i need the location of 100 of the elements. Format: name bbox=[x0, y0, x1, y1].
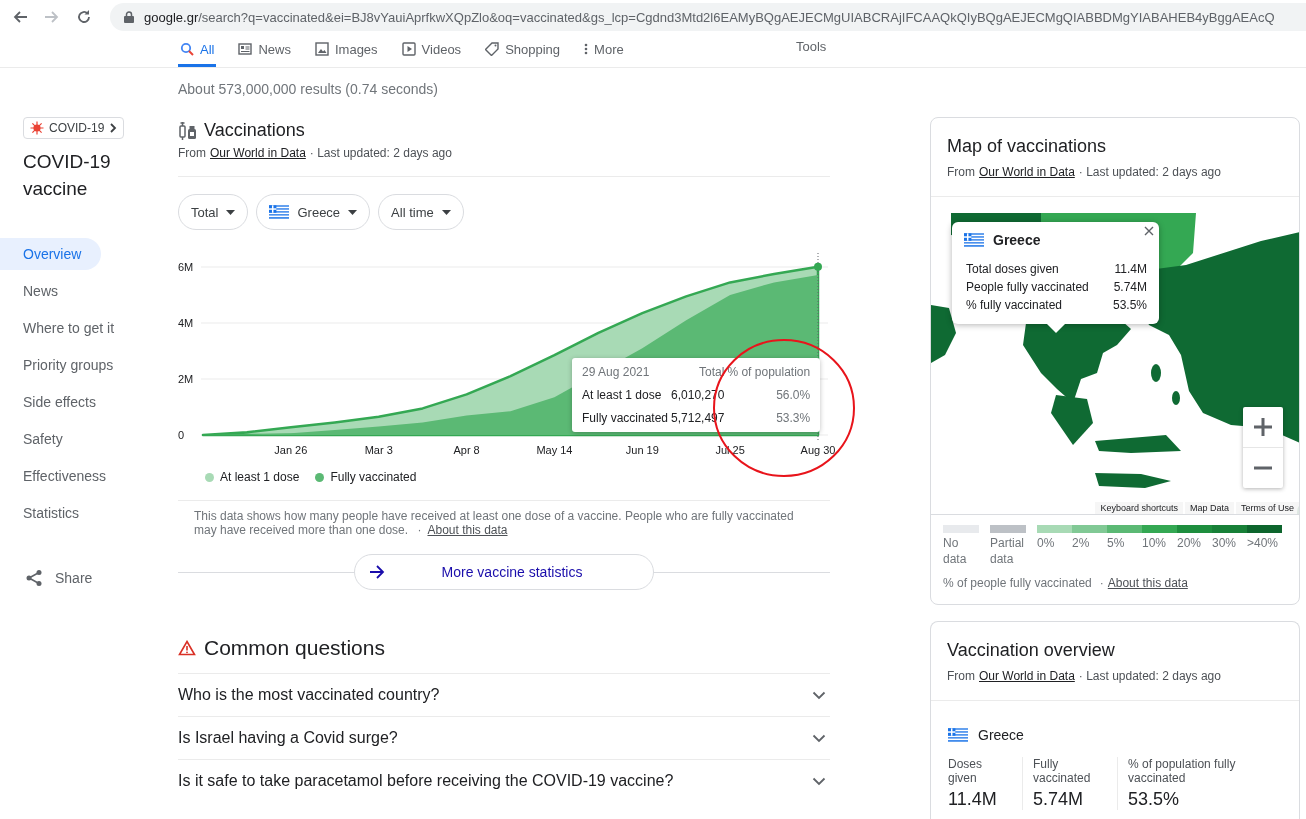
about-data-link[interactable]: About this data bbox=[427, 523, 508, 537]
tooltip-percent: 56.0% bbox=[775, 388, 811, 402]
play-icon bbox=[401, 42, 416, 56]
tooltip-column-header: Total bbox=[698, 365, 725, 379]
last-updated-text: · Last updated: 2 days ago bbox=[1078, 165, 1221, 179]
stat-value: 5.74M bbox=[1033, 789, 1085, 810]
flag-icon bbox=[948, 728, 968, 742]
search-tab[interactable]: Shopping bbox=[483, 34, 563, 67]
newspaper-icon bbox=[238, 42, 253, 56]
map-footer-link[interactable]: Keyboard shortcuts bbox=[1095, 502, 1183, 514]
tooltip-row-label: People fully vaccinated bbox=[966, 280, 1090, 294]
more-statistics-button[interactable]: More vaccine statistics bbox=[354, 554, 654, 590]
address-bar[interactable]: google.gr/search?q=vaccinated&ei=BJ8vYauiAprfkwXQpZlo&oq=vaccinated&gs_lcp=Cgdnd3Mtd2l6EAMyBQgAEJECMgUIABCRAjIFCAAQkQIyBQgAEJECMgQIABBDMgYIABAHEB4yBggAEAcQ bbox=[110, 3, 1306, 31]
virus-icon bbox=[30, 121, 44, 135]
reload-icon[interactable] bbox=[76, 9, 92, 25]
chevron-right-icon bbox=[109, 123, 118, 133]
filter-dropdown[interactable]: Greece bbox=[256, 194, 371, 230]
tooltip-value: 53.5% bbox=[1112, 298, 1147, 312]
image-icon bbox=[314, 42, 329, 56]
tooltip-row-label: Fully vaccinated bbox=[582, 411, 669, 425]
x-axis-label: Aug 30 bbox=[800, 444, 836, 456]
tooltip-column-header: % of population bbox=[727, 365, 811, 379]
y-axis-label: 2M bbox=[178, 373, 194, 385]
chart-note: This data shows how many people have received at least one dose of a vaccine. People who are fully vaccinated may have received more than one dose. · About this data bbox=[194, 509, 795, 537]
x-axis-label: Jun 19 bbox=[625, 444, 659, 456]
source-label: From bbox=[947, 165, 975, 179]
legend-label: 2% bbox=[1072, 535, 1091, 551]
tooltip-value: 11.4M bbox=[1113, 262, 1147, 276]
question-row[interactable]: Is Israel having a Covid surge? bbox=[178, 716, 830, 759]
sidebar-item[interactable]: Priority groups bbox=[0, 349, 114, 381]
x-axis-label: Jan 26 bbox=[274, 444, 308, 456]
last-updated-text: · Last updated: 2 days ago bbox=[1078, 669, 1221, 683]
source-link[interactable]: Our World in Data bbox=[979, 165, 1075, 179]
map-footer-link[interactable]: Terms of Use bbox=[1236, 502, 1299, 514]
legend-label: At least 1 dose bbox=[220, 470, 300, 484]
source-label: From bbox=[178, 146, 206, 160]
search-tab[interactable]: More bbox=[582, 34, 626, 67]
legend-label: No data bbox=[943, 535, 968, 567]
legend-label: 20% bbox=[1177, 535, 1203, 551]
y-axis-label: 4M bbox=[178, 317, 194, 329]
sidebar-item[interactable]: Effectiveness bbox=[0, 460, 106, 492]
sidebar-item[interactable]: Statistics bbox=[0, 497, 101, 529]
back-icon[interactable] bbox=[12, 9, 28, 25]
vaccine-vials-icon bbox=[178, 120, 198, 141]
section-title: Vaccinations bbox=[204, 120, 305, 141]
sidebar-item[interactable]: Safety bbox=[0, 423, 101, 455]
search-icon bbox=[180, 42, 194, 56]
stat-label: Fully vaccinated bbox=[1033, 757, 1092, 785]
y-axis-label: 0 bbox=[178, 429, 185, 441]
question-row[interactable]: Is it safe to take paracetamol before receiving the COVID-19 vaccine? bbox=[178, 759, 830, 802]
legend-label: Partial data bbox=[990, 535, 1025, 567]
tooltip-row-label: Total doses given bbox=[966, 262, 1060, 276]
source-link[interactable]: Our World in Data bbox=[979, 669, 1075, 683]
tag-icon bbox=[485, 42, 500, 56]
legend-label: Fully vaccinated bbox=[330, 470, 417, 484]
filter-dropdown[interactable]: Total bbox=[178, 194, 249, 230]
share-button[interactable]: Share bbox=[25, 569, 95, 587]
legend-caption: % of people fully vaccinated bbox=[943, 576, 1092, 590]
share-icon bbox=[25, 569, 43, 587]
tooltip-date: 29 Aug 2021 bbox=[582, 365, 651, 379]
last-updated-text: · Last updated: 2 days ago bbox=[309, 146, 452, 160]
more-icon bbox=[584, 42, 589, 56]
country-name: Greece bbox=[993, 232, 1041, 248]
topic-chip[interactable]: COVID-19 bbox=[23, 117, 125, 139]
search-tab[interactable]: News bbox=[236, 34, 293, 67]
tooltip-row-label: At least 1 dose bbox=[582, 388, 663, 402]
x-axis-label: Mar 3 bbox=[364, 444, 393, 456]
country-name: Greece bbox=[978, 727, 1024, 743]
flag-icon bbox=[269, 205, 290, 219]
map-card: Map of vaccinations From Our World in Data · Last updated: 2 days ago Greece Total doses given 11.4M People fully vaccinated 5.74M % fully vaccinated 53.5% Keyboard shortcuts Map Data Terms of Use No data Partial data 0% 2% 5% 10% 20% 30% >40% % of people fully vaccinated · About this data bbox=[930, 117, 1300, 605]
x-axis-label: Apr 8 bbox=[453, 444, 480, 456]
map-footer-link[interactable]: Map Data bbox=[1184, 502, 1234, 514]
search-tab[interactable]: All bbox=[178, 34, 217, 67]
close-icon[interactable] bbox=[1144, 226, 1154, 236]
stat-value: 11.4M bbox=[948, 789, 998, 810]
stat-label: Doses given bbox=[948, 757, 983, 785]
filter-dropdown[interactable]: All time bbox=[378, 194, 464, 230]
result-stats: About 573,000,000 results (0.74 seconds) bbox=[178, 81, 439, 99]
sidebar-item[interactable]: News bbox=[0, 275, 101, 307]
x-axis-label: Jul 25 bbox=[715, 444, 745, 456]
about-data-link[interactable]: About this data bbox=[1107, 576, 1188, 590]
question-row[interactable]: Who is the most vaccinated country? bbox=[178, 673, 830, 716]
search-tab[interactable]: Videos bbox=[399, 34, 464, 67]
caret-down-icon bbox=[348, 209, 358, 215]
x-axis-label: May 14 bbox=[536, 444, 573, 456]
source-label: From bbox=[947, 669, 975, 683]
tools-link[interactable]: Tools bbox=[796, 34, 827, 58]
sidebar-item[interactable]: Overview bbox=[0, 238, 101, 270]
flag-icon bbox=[964, 233, 984, 247]
source-link[interactable]: Our World in Data bbox=[210, 146, 306, 160]
sidebar-item[interactable]: Side effects bbox=[0, 386, 101, 418]
legend-label: >40% bbox=[1247, 535, 1280, 551]
stat-label: % of population fully vaccinated bbox=[1128, 757, 1237, 785]
sidebar-item[interactable]: Where to get it bbox=[0, 312, 115, 344]
lock-icon bbox=[124, 11, 134, 23]
search-tab[interactable]: Images bbox=[312, 34, 380, 67]
tooltip-value: 5.74M bbox=[1112, 280, 1147, 294]
legend-label: 10% bbox=[1142, 535, 1168, 551]
arrow-right-icon bbox=[369, 565, 385, 579]
card-title: Map of vaccinations bbox=[947, 136, 1108, 157]
